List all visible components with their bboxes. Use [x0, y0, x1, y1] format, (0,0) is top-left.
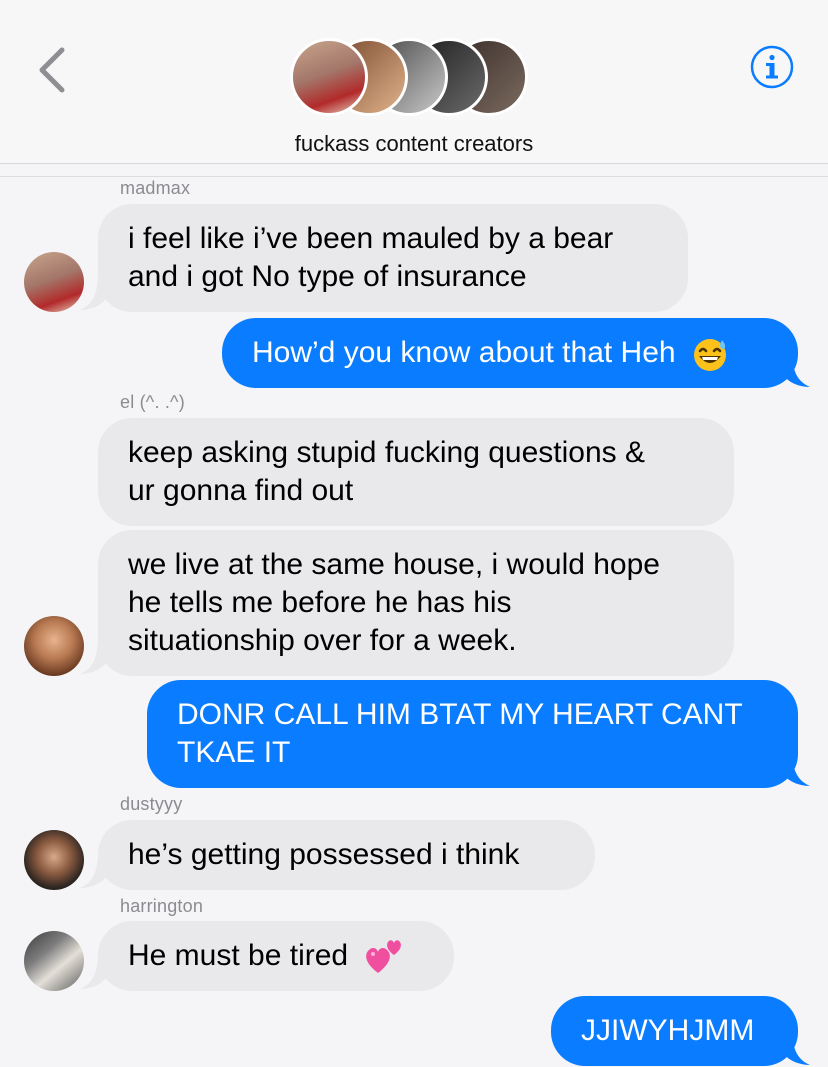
- grinning-sweat-emoji: [693, 339, 726, 372]
- group-name[interactable]: fuckass content creators: [0, 131, 828, 157]
- message-text-line: DONR CALL HIM BTAT MY HEART CANT: [177, 698, 743, 731]
- avatar-el[interactable]: [24, 616, 84, 676]
- group-avatar-1: [290, 38, 368, 116]
- sender-name: harrington: [120, 896, 204, 916]
- message-bubble-received[interactable]: he’s getting possessed i think: [98, 820, 595, 890]
- message-text-line: situationship over for a week.: [128, 624, 517, 657]
- message-text: How’d you know about that Heh: [252, 336, 676, 369]
- message-text-line: i feel like i’ve been mauled by a bear: [128, 222, 614, 255]
- two-hearts-emoji: [366, 940, 402, 974]
- sender-name: dustyyy: [120, 794, 183, 814]
- avatar-madmax[interactable]: [24, 252, 84, 312]
- chevron-left-icon: [39, 47, 65, 93]
- message-text-line: and i got No type of insurance: [128, 260, 527, 293]
- sender-name: el (^. .^): [120, 392, 185, 412]
- back-button[interactable]: [30, 42, 80, 98]
- message-bubble-sent[interactable]: JJIWYHJMM: [551, 996, 798, 1066]
- message-text-line: we live at the same house, i would hope: [128, 548, 660, 581]
- header-divider: [0, 163, 828, 164]
- message-bubble-received[interactable]: He must be tired: [98, 921, 454, 991]
- message-bubble-sent[interactable]: How’d you know about that Heh: [222, 318, 798, 388]
- message-bubble-received[interactable]: i feel like i’ve been mauled by a bear a…: [98, 204, 688, 312]
- sender-name: madmax: [120, 178, 191, 198]
- message-bubble-received[interactable]: keep asking stupid fucking questions & u…: [98, 418, 734, 526]
- message-text-line: keep asking stupid fucking questions &: [128, 436, 645, 469]
- message-text: JJIWYHJMM: [581, 1014, 755, 1047]
- message-text-line: he tells me before he has his: [128, 586, 512, 619]
- message-text: he’s getting possessed i think: [128, 838, 520, 871]
- conversation-header: fuckass content creators: [0, 0, 828, 163]
- info-icon: [750, 45, 794, 89]
- message-text-line: ur gonna find out: [128, 474, 354, 507]
- message-bubble-received[interactable]: we live at the same house, i would hope …: [98, 530, 734, 676]
- message-bubble-sent[interactable]: DONR CALL HIM BTAT MY HEART CANT TKAE IT: [147, 680, 798, 788]
- thread-top-divider: [0, 176, 828, 177]
- group-avatar-stack[interactable]: [290, 38, 530, 120]
- message-text: He must be tired: [128, 939, 349, 972]
- message-text-line: TKAE IT: [177, 736, 291, 769]
- avatar-dustyyy[interactable]: [24, 830, 84, 890]
- info-button[interactable]: [750, 45, 794, 89]
- avatar-harrington[interactable]: [24, 931, 84, 991]
